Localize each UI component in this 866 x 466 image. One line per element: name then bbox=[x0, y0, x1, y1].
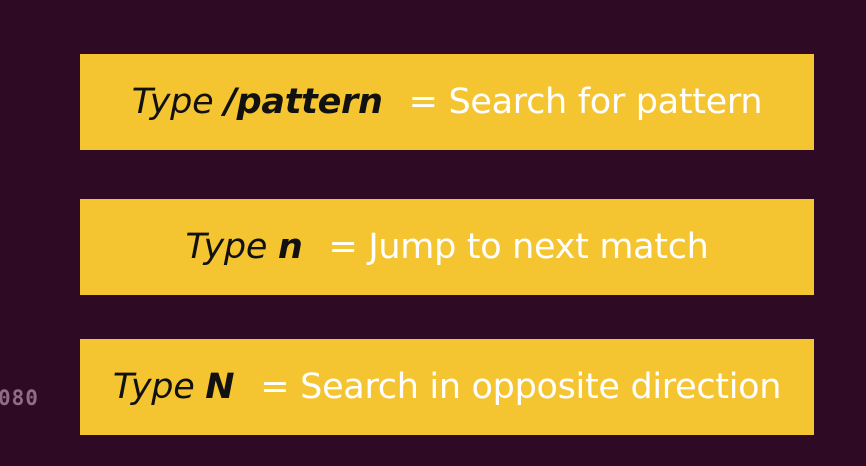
command-description: = Search for pattern bbox=[408, 82, 763, 122]
opposite-direction-card: Type N = Search in opposite direction bbox=[80, 339, 814, 435]
side-code-text: 080 bbox=[0, 386, 39, 410]
command-key: N bbox=[205, 367, 235, 407]
command-keys: Type n bbox=[185, 227, 302, 267]
command-key: n bbox=[277, 227, 303, 267]
command-keys: Type /pattern bbox=[132, 82, 383, 122]
command-key: /pattern bbox=[224, 82, 383, 122]
next-match-card: Type n = Jump to next match bbox=[80, 199, 814, 295]
command-prefix: Type bbox=[185, 227, 278, 267]
search-pattern-card: Type /pattern = Search for pattern bbox=[80, 54, 814, 150]
command-prefix: Type bbox=[131, 82, 225, 122]
command-prefix: Type bbox=[112, 367, 206, 407]
command-keys: Type N bbox=[112, 367, 235, 407]
command-description: = Jump to next match bbox=[328, 227, 709, 267]
command-description: = Search in opposite direction bbox=[260, 367, 782, 407]
